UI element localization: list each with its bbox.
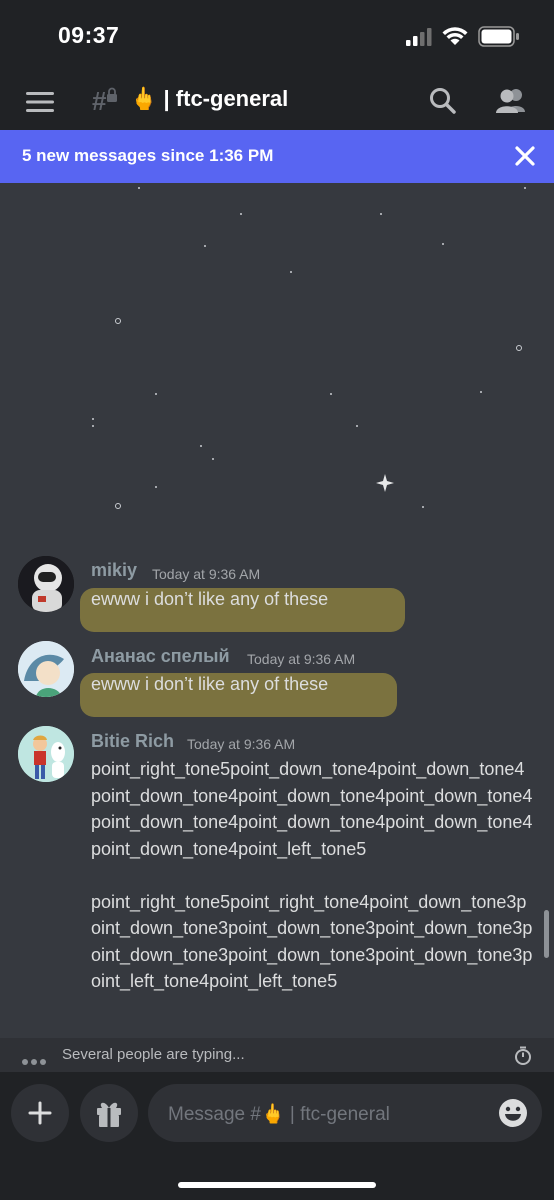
message-text: ewww i don’t like any of these bbox=[91, 589, 329, 609]
scrollbar[interactable] bbox=[544, 910, 549, 958]
anime-avatar-icon bbox=[18, 641, 74, 697]
locked-channel-hash-icon: # bbox=[92, 86, 117, 116]
wifi-icon bbox=[442, 27, 468, 45]
add-attachment-button[interactable] bbox=[11, 1084, 69, 1142]
emoji-icon[interactable] bbox=[498, 1098, 528, 1128]
gift-button[interactable] bbox=[80, 1084, 138, 1142]
astronaut-avatar-icon bbox=[18, 556, 74, 612]
message-timestamp: Today at 9:36 AM bbox=[247, 651, 356, 667]
members-icon[interactable] bbox=[494, 86, 528, 116]
new-messages-banner[interactable]: 5 new messages since 1:36 PM bbox=[0, 130, 554, 183]
message-text: ewww i don’t like any of these bbox=[91, 674, 329, 694]
svg-text:#: # bbox=[92, 86, 107, 116]
channel-emoji: 🖕 bbox=[130, 86, 158, 111]
search-icon[interactable] bbox=[428, 86, 458, 116]
message-username[interactable]: Bitie Rich bbox=[91, 731, 174, 752]
sparkle-icon bbox=[376, 474, 394, 492]
battery-icon bbox=[478, 26, 519, 47]
channel-header: # 🖕 | ftc-general bbox=[0, 74, 554, 130]
message-username[interactable]: Ананас спелый bbox=[91, 646, 230, 667]
message-list[interactable]: mikiy Today at 9:36 AM ewww i don’t like… bbox=[0, 183, 554, 1038]
status-time: 09:37 bbox=[58, 22, 120, 48]
message-composer: Message #🖕 | ftc-general bbox=[0, 1072, 554, 1200]
channel-title[interactable]: 🖕 | ftc-general bbox=[130, 86, 288, 112]
avatar[interactable] bbox=[18, 556, 74, 612]
avatar[interactable] bbox=[18, 641, 74, 697]
message-input-placeholder: Message #🖕 | ftc-general bbox=[168, 1104, 390, 1125]
message-username[interactable]: mikiy bbox=[91, 560, 137, 581]
typing-indicator: Several people are typing... bbox=[0, 1038, 554, 1072]
new-messages-text: 5 new messages since 1:36 PM bbox=[22, 146, 274, 165]
avatar[interactable] bbox=[18, 726, 74, 782]
message-timestamp: Today at 9:36 AM bbox=[152, 566, 261, 582]
message-text: point_right_tone5point_down_tone4point_d… bbox=[91, 759, 533, 991]
cartoon-avatar-icon bbox=[18, 726, 74, 782]
gift-icon bbox=[97, 1102, 121, 1127]
channel-name: | ftc-general bbox=[163, 86, 289, 111]
home-indicator[interactable] bbox=[178, 1182, 376, 1188]
message-input[interactable]: Message #🖕 | ftc-general bbox=[148, 1084, 542, 1142]
status-bar: 09:37 bbox=[0, 0, 554, 74]
hamburger-menu-icon[interactable] bbox=[26, 88, 54, 116]
typing-dots-icon bbox=[22, 1052, 49, 1070]
slowmode-timer-icon bbox=[515, 1046, 531, 1065]
close-icon[interactable] bbox=[514, 145, 536, 167]
typing-text: Several people are typing... bbox=[62, 1046, 245, 1063]
plus-icon bbox=[28, 1101, 52, 1125]
cellular-signal-icon bbox=[406, 28, 432, 46]
message-timestamp: Today at 9:36 AM bbox=[187, 736, 296, 752]
